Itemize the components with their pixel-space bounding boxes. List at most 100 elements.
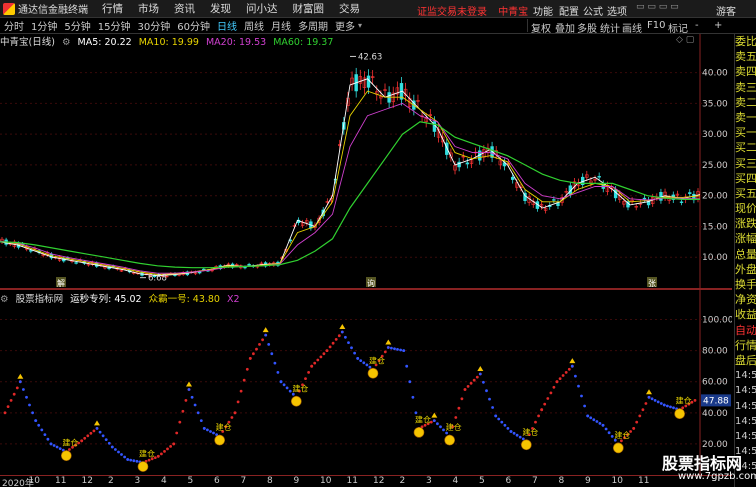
indicator-dot bbox=[163, 450, 166, 453]
tool-zoom-out[interactable]: - bbox=[695, 20, 699, 31]
indicator-dot bbox=[190, 395, 194, 399]
tool-biaoji[interactable]: 标记 bbox=[668, 20, 688, 35]
candle-body bbox=[247, 263, 251, 266]
indicator-dot bbox=[181, 409, 185, 413]
watermark-url: www.7gpzb.com bbox=[678, 471, 756, 482]
indicator-dot bbox=[322, 352, 326, 356]
tool-fuquan[interactable]: 复权 bbox=[531, 20, 551, 35]
tool-f10[interactable]: F10 bbox=[647, 20, 665, 31]
period-fenshi[interactable]: 分时 bbox=[4, 18, 24, 33]
side-item: 14:5 bbox=[735, 370, 756, 382]
indicator-dot bbox=[478, 372, 482, 376]
menu-shichang[interactable]: 市场 bbox=[138, 1, 159, 16]
indicator-dot bbox=[193, 403, 197, 407]
indicator-dot bbox=[598, 422, 602, 425]
side-item[interactable]: 行情 bbox=[735, 338, 756, 353]
menu-caifuquan[interactable]: 财富圈 bbox=[293, 1, 325, 16]
peak-arrow-icon bbox=[339, 323, 346, 329]
menu-hangqing[interactable]: 行情 bbox=[102, 1, 123, 16]
candle-body bbox=[29, 250, 33, 252]
indicator-dot bbox=[55, 445, 59, 449]
side-item: 卖五 bbox=[735, 50, 756, 64]
period-daily[interactable]: 日线 bbox=[217, 18, 237, 33]
indicator-dot bbox=[334, 338, 338, 341]
menu-youke[interactable]: 游客 bbox=[716, 3, 736, 18]
indicator-dot bbox=[567, 367, 571, 371]
buy-smiley-icon bbox=[521, 439, 532, 451]
tool-diejia[interactable]: 叠加 bbox=[555, 20, 575, 35]
menu-gongneng[interactable]: 功能 bbox=[533, 3, 553, 18]
buy-label: 建仓 bbox=[62, 438, 78, 448]
window-controls: ▭ ▭ ▭ ▭ bbox=[636, 2, 679, 12]
peak-arrow-icon bbox=[186, 381, 192, 387]
period-30min[interactable]: 30分钟 bbox=[137, 18, 170, 33]
indicator-dot bbox=[497, 417, 501, 421]
buy-smiley-icon bbox=[674, 408, 685, 420]
period-1min[interactable]: 1分钟 bbox=[31, 18, 57, 33]
indicator-tick-label: 60.00 bbox=[702, 378, 728, 388]
menu-xuanxiang[interactable]: 选项 bbox=[607, 3, 627, 18]
buy-smiley-icon bbox=[413, 427, 425, 438]
menu-peizhi[interactable]: 配置 bbox=[559, 3, 579, 18]
menu-zixun[interactable]: 资讯 bbox=[174, 1, 195, 16]
buy-label: 建仓 bbox=[415, 414, 431, 424]
buy-label: 建仓 bbox=[292, 383, 308, 393]
main-chart-pane[interactable]: 中青宝(日线) ⚙ MA5: 20.22 MA10: 19.99 MA20: 1… bbox=[0, 34, 732, 288]
indicator-dot bbox=[120, 453, 123, 456]
indicator-dot bbox=[12, 392, 16, 396]
indicator-dot bbox=[586, 414, 590, 418]
indicator-dot bbox=[34, 419, 38, 422]
indicator-dot bbox=[537, 414, 540, 418]
indicator-dot bbox=[482, 380, 485, 384]
menu-faxian[interactable]: 发现 bbox=[210, 1, 231, 16]
indicator-dot bbox=[641, 408, 645, 412]
price-tick-label: 25.00 bbox=[702, 161, 728, 171]
date-tick-label: 11 bbox=[55, 476, 67, 486]
indicator-pane[interactable]: ⚙ 股票指标网 运秒专列: 45.02 众霸一号: 43.80 X2 100.0… bbox=[0, 290, 732, 475]
period-weekly[interactable]: 周线 bbox=[244, 18, 264, 33]
menu-wenxiaoda[interactable]: 问小达 bbox=[246, 1, 278, 16]
indicator-dot bbox=[432, 419, 436, 422]
period-15min[interactable]: 15分钟 bbox=[98, 18, 131, 33]
tool-duogu[interactable]: 多股 bbox=[577, 20, 597, 35]
period-more[interactable]: 更多 bbox=[335, 18, 355, 33]
indicator-tick-label: 100.00 bbox=[702, 316, 732, 326]
date-tick-label: 10 bbox=[611, 476, 623, 486]
side-item[interactable]: 自动 bbox=[735, 323, 756, 338]
tool-tongji[interactable]: 统计 bbox=[600, 20, 620, 35]
menu-jiaoyi[interactable]: 交易 bbox=[339, 1, 360, 16]
date-tick-label: 5 bbox=[187, 476, 194, 486]
peak-arrow-icon bbox=[477, 365, 484, 371]
indicator-dot bbox=[279, 380, 283, 384]
period-60min[interactable]: 60分钟 bbox=[177, 18, 210, 33]
indicator-dot bbox=[647, 395, 651, 399]
indicator-dot bbox=[383, 350, 387, 354]
date-tick-label: 10 bbox=[28, 476, 40, 486]
indicator-dot bbox=[653, 399, 657, 402]
tool-huaxian[interactable]: 画线 bbox=[622, 20, 642, 35]
period-monthly[interactable]: 月线 bbox=[271, 18, 291, 33]
candle-body bbox=[510, 176, 515, 180]
indicator-dot bbox=[123, 455, 126, 459]
period-multi[interactable]: 多周期 bbox=[298, 18, 328, 33]
indicator-dot bbox=[230, 416, 234, 419]
side-item[interactable]: 盘后 bbox=[735, 353, 756, 368]
indicator-dot bbox=[632, 427, 636, 430]
high-price-label: 42.63 bbox=[358, 52, 382, 62]
indicator-dot bbox=[515, 433, 519, 437]
date-tick-label: 11 bbox=[346, 476, 358, 486]
period-5min[interactable]: 5分钟 bbox=[64, 18, 90, 33]
side-item: 卖三 bbox=[735, 80, 756, 94]
peak-arrow-icon bbox=[646, 389, 652, 395]
indicator-dot bbox=[546, 397, 550, 400]
candle-body bbox=[688, 192, 692, 194]
indicator-dot bbox=[37, 423, 41, 427]
indicator-dot bbox=[22, 388, 25, 391]
tool-zoom-in[interactable]: + bbox=[714, 20, 722, 31]
indicator-dot bbox=[252, 352, 255, 356]
menu-gongshi[interactable]: 公式 bbox=[583, 3, 603, 18]
indicator-dot bbox=[46, 437, 50, 441]
indicator-dot bbox=[313, 361, 317, 365]
login-notice[interactable]: 证监交易未登录 中青宝 bbox=[417, 3, 528, 18]
indicator-dot bbox=[129, 458, 133, 462]
